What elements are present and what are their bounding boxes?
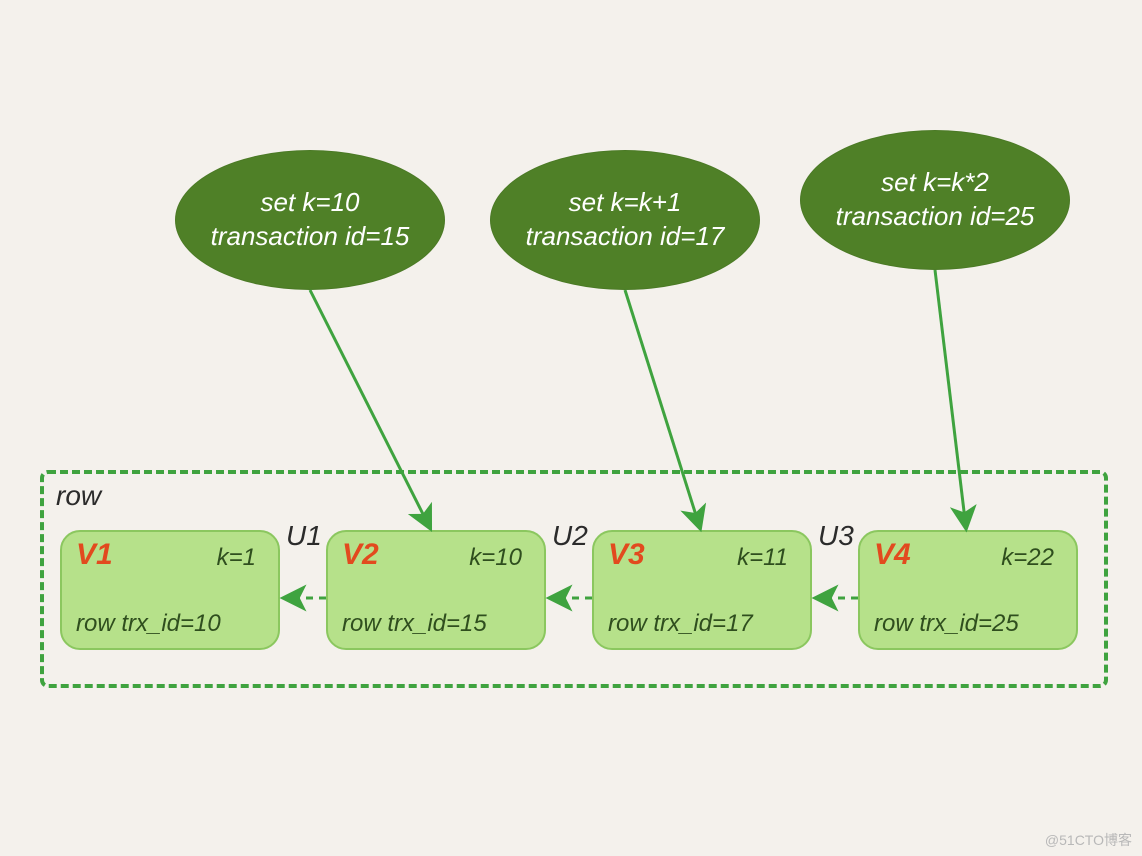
undo-label-u3: U3 bbox=[818, 520, 854, 552]
v1-k: k=1 bbox=[217, 544, 256, 572]
v3-name: V3 bbox=[608, 538, 645, 572]
tx2-id: transaction id=17 bbox=[526, 220, 725, 254]
version-card-v2: V2 k=10 row trx_id=15 bbox=[326, 530, 546, 650]
tx1-set: set k=10 bbox=[260, 186, 359, 220]
transaction-ellipse-2: set k=k+1 transaction id=17 bbox=[490, 150, 760, 290]
version-card-v3: V3 k=11 row trx_id=17 bbox=[592, 530, 812, 650]
tx1-id: transaction id=15 bbox=[211, 220, 410, 254]
watermark: @51CTO博客 bbox=[1045, 830, 1132, 850]
v1-trx: row trx_id=10 bbox=[76, 610, 221, 638]
v4-k: k=22 bbox=[1001, 544, 1054, 572]
tx3-set: set k=k*2 bbox=[881, 166, 989, 200]
transaction-ellipse-3: set k=k*2 transaction id=25 bbox=[800, 130, 1070, 270]
transaction-ellipse-1: set k=10 transaction id=15 bbox=[175, 150, 445, 290]
version-card-v4: V4 k=22 row trx_id=25 bbox=[858, 530, 1078, 650]
tx2-set: set k=k+1 bbox=[569, 186, 682, 220]
arrows-layer bbox=[0, 0, 1142, 856]
v4-name: V4 bbox=[874, 538, 911, 572]
row-label: row bbox=[56, 480, 101, 512]
v4-trx: row trx_id=25 bbox=[874, 610, 1019, 638]
v3-trx: row trx_id=17 bbox=[608, 610, 753, 638]
v2-k: k=10 bbox=[469, 544, 522, 572]
v2-trx: row trx_id=15 bbox=[342, 610, 487, 638]
v2-name: V2 bbox=[342, 538, 379, 572]
v3-k: k=11 bbox=[737, 544, 788, 572]
v1-name: V1 bbox=[76, 538, 113, 572]
diagram-canvas: set k=10 transaction id=15 set k=k+1 tra… bbox=[0, 0, 1142, 856]
version-card-v1: V1 k=1 row trx_id=10 bbox=[60, 530, 280, 650]
undo-label-u2: U2 bbox=[552, 520, 588, 552]
undo-label-u1: U1 bbox=[286, 520, 322, 552]
tx3-id: transaction id=25 bbox=[836, 200, 1035, 234]
